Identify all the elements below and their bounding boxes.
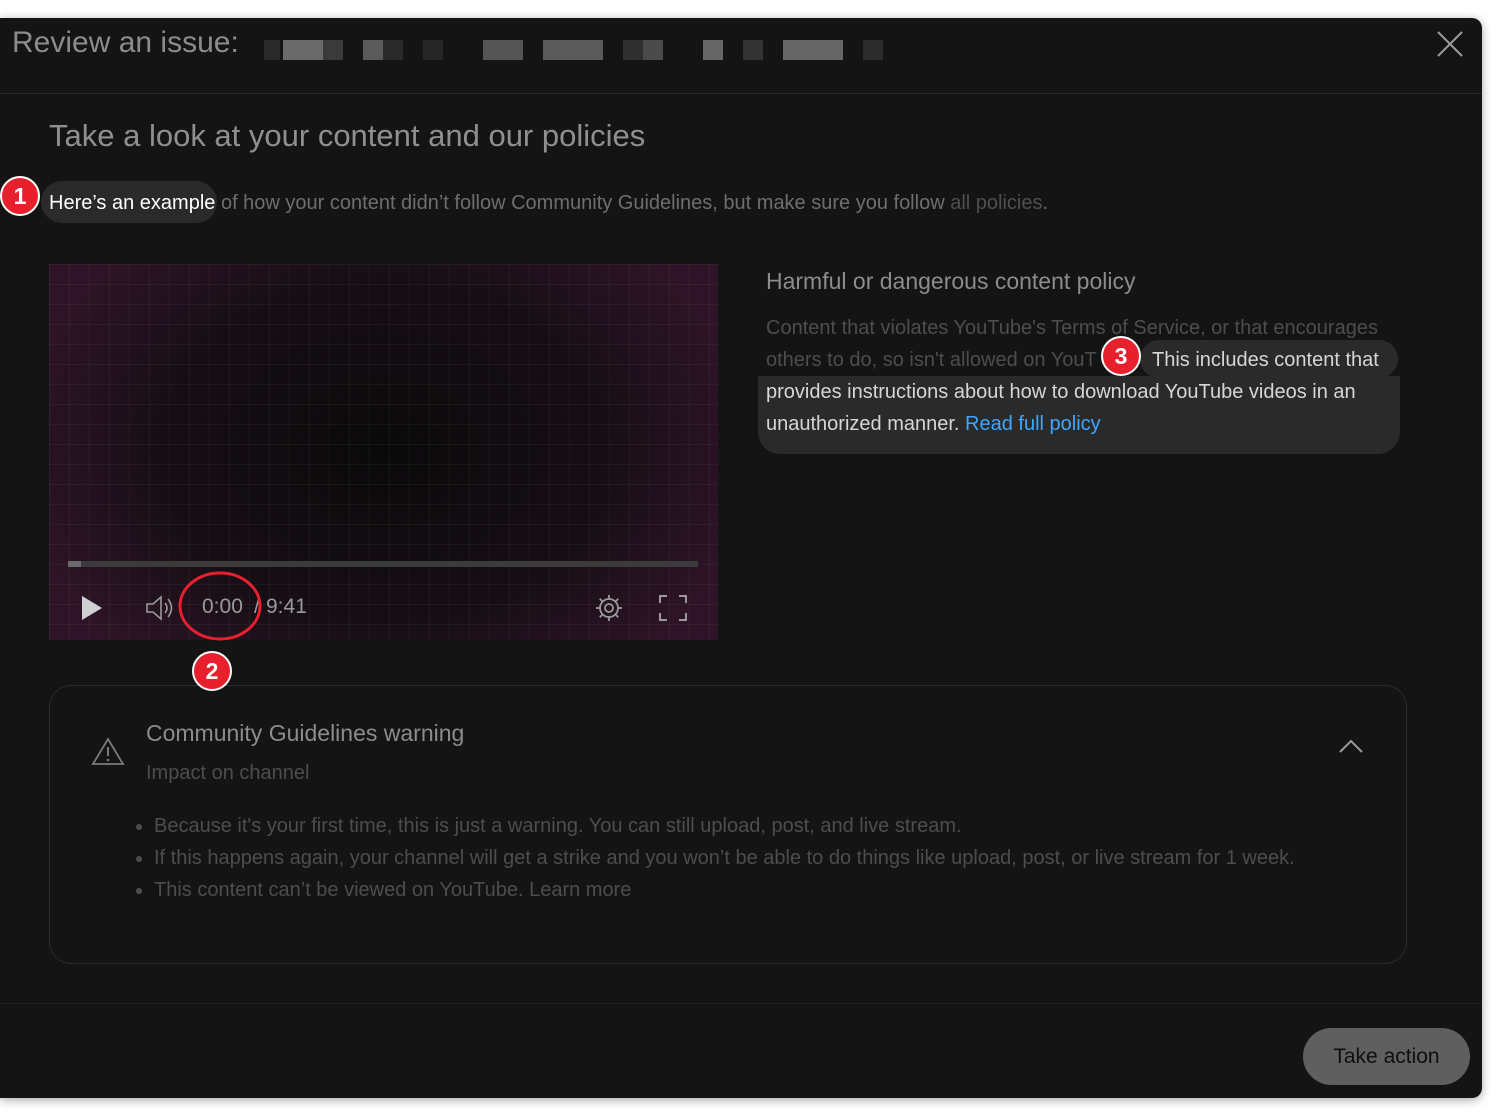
all-policies-link[interactable]: all policies [950,192,1042,214]
annotation-badge-2: 2 [192,651,232,691]
take-action-button[interactable]: Take action [1303,1028,1470,1085]
footer-divider [0,1003,1482,1004]
chevron-up-icon [1339,739,1363,753]
section-title: Take a look at your content and our poli… [49,118,646,153]
impact-item-3: This content can’t be viewed on YouTube.… [154,874,1304,906]
policy-highlight-line2: provides instructions about how to downl… [766,381,1356,403]
close-button[interactable] [1434,28,1466,60]
warning-title: Community Guidelines warning [146,720,465,746]
volume-icon [146,595,173,621]
warning-card: Community Guidelines warning Impact on c… [49,685,1407,964]
progress-fill [68,561,81,567]
policy-highlight-line3: unauthorized manner. Read full policy [766,413,1101,436]
settings-button[interactable] [593,592,625,629]
warning-subtitle: Impact on channel [146,762,310,784]
policy-highlight-line1: This includes content that [1152,349,1379,371]
fullscreen-icon [659,595,687,621]
progress-bar[interactable] [68,561,698,567]
close-icon [1437,31,1463,57]
video-frame [49,264,718,640]
warning-icon-wrap [91,736,125,771]
impact-item-2: If this happens again, your channel will… [154,842,1304,874]
policy-title: Harmful or dangerous content policy [766,268,1136,294]
intro-text: Here’s an example of how your content di… [49,192,1048,215]
intro-rest: of how your content didn’t follow Commun… [215,192,951,214]
impact-item-1: Because it's your first time, this is ju… [154,810,1304,842]
video-player[interactable]: 0:00 / 9:41 [49,264,718,640]
annotation-badge-1: 1 [0,176,40,216]
policy-highlight-line3-text: unauthorized manner. [766,413,966,435]
warning-triangle-icon [91,737,125,765]
volume-button[interactable] [144,594,178,627]
intro-end: . [1042,192,1049,214]
read-full-policy-link[interactable]: Read full policy [965,413,1101,435]
dialog-header: Review an issue: [0,18,1482,94]
impact-list: Because it's your first time, this is ju… [136,810,1304,906]
intro-highlight: Here’s an example [49,192,216,214]
play-icon [82,596,102,620]
fullscreen-button[interactable] [658,594,688,627]
collapse-button[interactable] [1338,738,1364,759]
dialog-title: Review an issue: [12,26,239,59]
duration: 9:41 [266,595,307,618]
review-issue-dialog: Review an issue: Take a look at your con… [0,18,1482,1098]
current-time-highlight-circle [178,571,262,641]
play-button[interactable] [79,594,105,627]
settings-gear-icon [596,595,622,621]
annotation-badge-3: 3 [1101,336,1141,376]
